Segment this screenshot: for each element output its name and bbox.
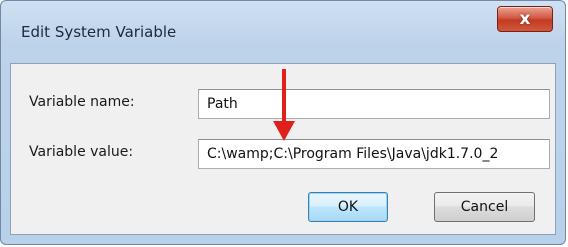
- arrow-head: [273, 121, 295, 141]
- edit-system-variable-dialog: Edit System Variable x Variable name: Pa…: [0, 0, 566, 245]
- ok-button[interactable]: OK: [308, 192, 388, 222]
- close-button[interactable]: x: [497, 6, 553, 32]
- red-arrow-annotation: [273, 69, 295, 141]
- title-bar[interactable]: Edit System Variable x: [1, 1, 565, 63]
- variable-value-field[interactable]: C:\wamp;C:\Program Files\Java\jdk1.7.0_2: [198, 139, 550, 169]
- dialog-title: Edit System Variable: [21, 23, 177, 41]
- cancel-button[interactable]: Cancel: [434, 192, 535, 222]
- variable-value-label: Variable value:: [29, 144, 134, 160]
- close-icon: x: [519, 9, 531, 29]
- variable-name-field[interactable]: Path: [198, 89, 550, 119]
- variable-value-text: C:\wamp;C:\Program Files\Java\jdk1.7.0_2: [207, 146, 499, 162]
- variable-name-value: Path: [207, 96, 238, 112]
- variable-name-label: Variable name:: [29, 94, 135, 110]
